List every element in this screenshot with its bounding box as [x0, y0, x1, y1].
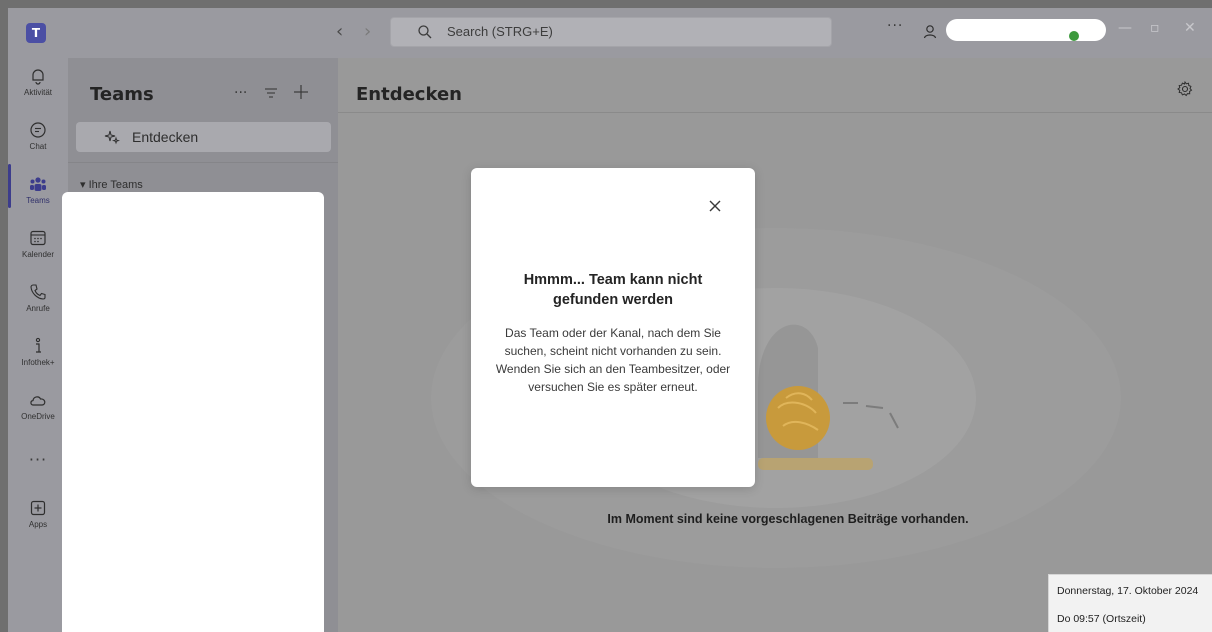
rail-item-kalender[interactable]: Kalender: [8, 220, 68, 274]
rail-item-teams[interactable]: Teams: [8, 166, 68, 220]
panel-more-button[interactable]: ···: [234, 85, 247, 101]
dialog-message: Das Team oder der Kanal, nach dem Sie su…: [495, 326, 731, 394]
close-icon[interactable]: [707, 198, 723, 214]
empty-state-message: Im Moment sind keine vorgeschlagenen Bei…: [607, 512, 969, 526]
rail-item-chat[interactable]: Chat: [8, 112, 68, 166]
minimize-icon[interactable]: —: [1118, 20, 1132, 36]
discover-label: Entdecken: [132, 129, 199, 145]
filter-icon[interactable]: [264, 87, 278, 99]
clock-tooltip: Donnerstag, 17. Oktober 2024 Do 09:57 (O…: [1048, 574, 1212, 632]
plus-icon[interactable]: [292, 83, 310, 101]
panel-title: Teams: [90, 84, 154, 105]
back-arrow-icon[interactable]: ‹: [336, 22, 343, 42]
your-teams-header[interactable]: ▾ Ihre Teams: [80, 178, 143, 191]
rail-item-aktivitat[interactable]: Aktivität: [8, 58, 68, 112]
cloud-icon: [30, 396, 46, 406]
teams-list-redacted: [62, 192, 324, 632]
search-placeholder: Search (STRG+E): [447, 24, 553, 39]
close-window-icon[interactable]: ✕: [1184, 20, 1196, 36]
search-bar[interactable]: Search (STRG+E): [390, 17, 832, 47]
app-rail: Aktivität Chat Teams Kalender Anrufe Inf…: [8, 58, 68, 632]
calendar-icon: [30, 230, 46, 246]
rail-item-infothek[interactable]: Infothek+: [8, 328, 68, 382]
rail-item-more[interactable]: ···: [8, 436, 68, 490]
clock-time: Do 09:57 (Ortszeit): [1057, 613, 1146, 625]
maximize-icon[interactable]: ▫: [1150, 20, 1160, 36]
settings-more-button[interactable]: ···: [887, 18, 903, 34]
more-icon: ···: [28, 450, 48, 469]
discover-nav-item[interactable]: Entdecken: [76, 122, 331, 152]
forward-arrow-icon[interactable]: ›: [364, 22, 371, 42]
profile-name-redacted[interactable]: [946, 19, 1106, 41]
team-not-found-dialog: Hmmm... Team kann nicht gefunden werden …: [471, 168, 755, 487]
teams-icon: [30, 177, 46, 191]
empty-state-illustration: [431, 228, 1121, 568]
sparkle-icon: [104, 130, 120, 145]
clock-date: Donnerstag, 17. Oktober 2024: [1057, 585, 1199, 597]
title-bar: T ‹ › Search (STRG+E) ··· — ▫ ✕: [8, 8, 1212, 58]
dialog-title: Hmmm... Team kann nicht gefunden werden: [523, 272, 703, 308]
phone-icon: [30, 284, 46, 300]
teams-logo-icon[interactable]: T: [26, 23, 46, 43]
add-apps-icon: [30, 500, 46, 516]
chat-icon: [30, 122, 46, 138]
org-people-icon[interactable]: [922, 23, 940, 41]
rail-item-onedrive[interactable]: OneDrive: [8, 382, 68, 436]
rail-item-apps[interactable]: Apps: [8, 490, 68, 544]
bell-icon: [32, 69, 44, 85]
presence-available-icon: [1069, 31, 1079, 41]
rail-item-anrufe[interactable]: Anrufe: [8, 274, 68, 328]
search-icon: [418, 25, 432, 39]
panel-divider: [68, 162, 338, 163]
info-icon: [35, 337, 41, 353]
main-content: Entdecken Im Moment sind keine vorgeschl…: [338, 58, 1212, 632]
